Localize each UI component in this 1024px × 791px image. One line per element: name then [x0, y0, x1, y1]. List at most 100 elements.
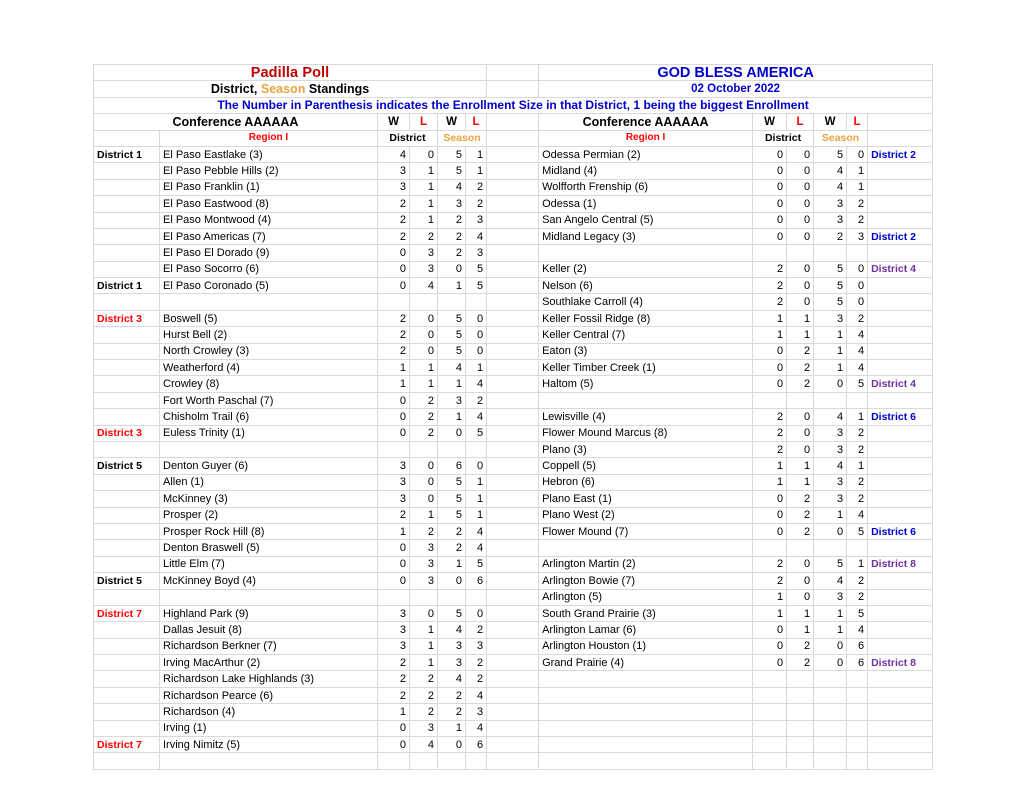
left-district-losses: 1 — [409, 506, 438, 524]
left-district-label: District 1 — [93, 145, 160, 164]
column-gap — [486, 309, 540, 328]
table-row: District 3 Euless Trinity (1) 0 2 0 5 Flower M… — [93, 424, 934, 442]
left-district-losses: 0 — [409, 326, 438, 344]
table-row: Crowley (8) 1 1 1 4 Haltom (5) 0 2 0 5 District 4 — [93, 375, 934, 393]
right-season-wins — [813, 719, 848, 738]
right-district-wins: 0 — [752, 506, 788, 524]
right-season-losses: 2 — [846, 588, 869, 606]
left-season-losses: 0 — [464, 457, 488, 475]
right-district-label — [867, 244, 934, 262]
poll-title: Padilla Poll — [92, 63, 488, 82]
right-season-wins: 1 — [813, 604, 848, 623]
right-district-losses — [786, 391, 815, 410]
left-season-losses: 6 — [464, 572, 488, 590]
right-season-wins: 2 — [813, 227, 848, 246]
left-team-name: El Paso Socorro (6) — [159, 260, 378, 279]
left-season-losses: 4 — [464, 408, 488, 426]
right-district-losses — [786, 719, 815, 738]
right-district-label: District 8 — [867, 555, 934, 574]
left-season-wins: 2 — [437, 703, 466, 721]
left-season-wins: 4 — [437, 359, 466, 377]
left-district-label — [93, 686, 160, 705]
right-season-losses: 2 — [846, 473, 869, 492]
right-district-losses: 0 — [786, 588, 815, 606]
left-district-wins: 2 — [377, 686, 410, 705]
left-district-wins: 0 — [377, 572, 410, 590]
left-district-losses: 0 — [409, 604, 438, 623]
right-district-losses: 2 — [786, 375, 815, 393]
left-district-wins: 0 — [377, 260, 410, 279]
left-team-name: El Paso Eastwood (8) — [159, 195, 378, 213]
left-district-losses: 0 — [409, 145, 438, 164]
right-season-losses — [846, 703, 869, 721]
left-district-label: District 7 — [93, 604, 160, 623]
left-district-wins: 0 — [377, 391, 410, 410]
left-district-losses: 2 — [409, 424, 438, 442]
right-team-name: San Angelo Central (5) — [538, 211, 754, 229]
left-season-losses: 3 — [464, 703, 488, 721]
right-district-label — [867, 719, 934, 738]
right-season-wins — [813, 539, 848, 557]
right-district-wins: 1 — [752, 588, 788, 606]
standings-sheet: Padilla Poll GOD BLESS AMERICA District,… — [92, 63, 934, 770]
table-row: District 7 Highland Park (9) 3 0 5 0 South Gra… — [93, 604, 934, 623]
header-season-w-right: W — [813, 113, 848, 131]
right-district-losses: 0 — [786, 211, 815, 229]
right-district-losses: 0 — [786, 424, 815, 442]
left-team-name: Crowley (8) — [159, 375, 378, 393]
table-row: El Paso Franklin (1) 3 1 4 2 Wolfforth Frensh… — [93, 178, 934, 197]
right-district-wins: 0 — [752, 522, 788, 541]
left-district-wins: 3 — [377, 473, 410, 492]
right-season-wins: 4 — [813, 178, 848, 197]
column-gap — [486, 621, 540, 639]
right-season-losses: 4 — [846, 506, 869, 524]
right-district-losses: 1 — [786, 473, 815, 492]
column-gap — [486, 162, 540, 180]
right-team-name: Keller Timber Creek (1) — [538, 359, 754, 377]
right-district-label — [867, 293, 934, 311]
column-gap — [486, 490, 540, 508]
table-row: El Paso Americas (7) 2 2 2 4 Midland Legacy (… — [93, 227, 934, 246]
right-district-losses: 1 — [786, 604, 815, 623]
left-district-label — [93, 342, 160, 361]
left-district-losses: 4 — [409, 277, 438, 295]
left-district-label — [93, 506, 160, 524]
left-district-losses: 1 — [409, 375, 438, 393]
left-district-losses: 0 — [409, 490, 438, 508]
right-district-label — [867, 588, 934, 606]
left-district-label — [93, 359, 160, 377]
left-district-wins: 3 — [377, 637, 410, 656]
left-team-name: Allen (1) — [159, 473, 378, 492]
right-district-losses — [786, 670, 815, 688]
left-district-wins: 0 — [377, 277, 410, 295]
left-district-losses — [409, 293, 438, 311]
table-row: Arlington (5) 1 0 3 2 — [93, 588, 934, 606]
left-season-losses: 5 — [464, 277, 488, 295]
left-season-wins: 6 — [437, 457, 466, 475]
right-district-label: District 2 — [867, 145, 934, 164]
left-district-wins: 3 — [377, 621, 410, 639]
right-district-wins: 0 — [752, 195, 788, 213]
right-district-label — [867, 473, 934, 492]
right-district-wins — [752, 391, 788, 410]
right-team-name: Haltom (5) — [538, 375, 754, 393]
left-season-wins: 1 — [437, 719, 466, 738]
left-district-losses: 3 — [409, 555, 438, 574]
right-district-losses: 0 — [786, 145, 815, 164]
left-season-wins: 2 — [437, 211, 466, 229]
left-season-wins: 3 — [437, 637, 466, 656]
left-season-wins: 0 — [437, 424, 466, 442]
right-season-losses: 3 — [846, 227, 869, 246]
table-row: Plano (3) 2 0 3 2 — [93, 440, 934, 459]
left-team-name: El Paso El Dorado (9) — [159, 244, 378, 262]
column-gap — [486, 359, 540, 377]
left-season-wins: 5 — [437, 309, 466, 328]
left-district-wins: 1 — [377, 359, 410, 377]
right-season-wins: 1 — [813, 506, 848, 524]
right-team-name: Arlington (5) — [538, 588, 754, 606]
left-district-label — [93, 719, 160, 738]
right-season-wins — [813, 686, 848, 705]
right-district-losses: 2 — [786, 637, 815, 656]
poll-date: 02 October 2022 — [538, 80, 934, 98]
right-season-wins: 1 — [813, 359, 848, 377]
